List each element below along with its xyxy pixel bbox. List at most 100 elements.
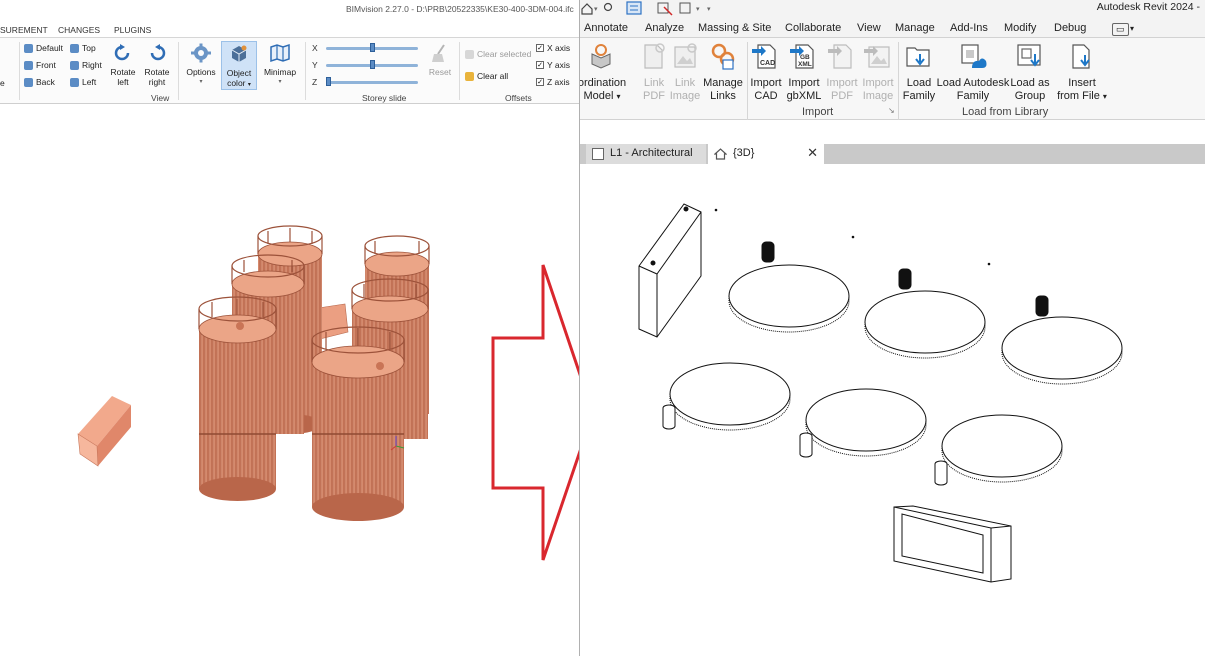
revit-3d-canvas[interactable] (583, 164, 1205, 656)
link-pdf-icon (644, 43, 665, 69)
manage-links-button[interactable]: Manage Links (701, 42, 745, 103)
close-icon[interactable]: ✕ (807, 146, 818, 159)
rotate-left-label-1: Rotate (110, 67, 136, 77)
equipment-box[interactable] (77, 396, 131, 467)
link-pdf-label-1: Link (643, 77, 665, 89)
tank-disc-back-1[interactable] (728, 241, 850, 333)
reset-button[interactable]: Reset (424, 43, 456, 77)
checkmark-icon: ✓ (536, 78, 544, 86)
link-image-button[interactable]: Link Image (668, 42, 702, 103)
view-back-button[interactable]: Back (24, 77, 55, 87)
cube-left-icon (70, 77, 79, 87)
reset-label: Reset (428, 67, 452, 77)
clear-selected-icon (465, 49, 474, 59)
import-pdf-icon (828, 44, 852, 69)
equipment-box-outline[interactable] (638, 203, 702, 338)
rotate-left-button[interactable]: Rotate left (108, 43, 138, 87)
view-group-label: View (151, 93, 170, 103)
house-icon (714, 148, 727, 160)
load-autodesk-family-button[interactable]: Load Autodesk Family (936, 42, 1010, 103)
slider-z-track[interactable] (326, 81, 418, 84)
rotate-right-button[interactable]: Rotate right (142, 43, 172, 87)
cad-badge: CAD (760, 60, 775, 67)
tab-changes[interactable]: CHANGES (58, 25, 100, 35)
tank-disc-back-2[interactable] (864, 268, 986, 359)
cube-top-icon (70, 43, 79, 53)
x-axis-checkbox[interactable]: ✓ X axis (536, 43, 570, 53)
tank-front-right[interactable] (311, 326, 405, 521)
manage-links-label-2: Links (710, 90, 736, 102)
view-left-button[interactable]: Left (70, 77, 96, 87)
slider-y-thumb[interactable] (370, 60, 375, 69)
minimap-button[interactable]: Minimap ▾ (261, 43, 299, 87)
link-image-label-2: Image (669, 90, 701, 102)
revit-menu-tabs: Annotate Analyze Massing & Site Collabor… (580, 17, 1205, 38)
import-pdf-button[interactable]: Import PDF (824, 42, 860, 103)
coordination-model-button[interactable]: ordination Model ▾ (580, 42, 628, 103)
import-cad-label-1: Import (750, 77, 782, 89)
cube-front-icon (24, 60, 33, 70)
tab-l1-architectural[interactable]: L1 - Architectural (586, 144, 706, 164)
object-color-button[interactable]: Object color ▾ (221, 41, 257, 90)
view-top-button[interactable]: Top (70, 43, 96, 53)
import-cad-button[interactable]: CAD Import CAD (748, 42, 784, 103)
view-default-label: Default (36, 43, 63, 53)
import-image-button[interactable]: Import Image (860, 42, 896, 103)
panel-toggle-icon[interactable]: ▭ (1112, 23, 1129, 36)
ribbon-separator (305, 42, 306, 100)
tab-manage[interactable]: Manage (895, 22, 935, 34)
tab-3d-view-label: {3D} (733, 147, 755, 159)
quick-access-icons: ▾ ▾ ▾ (581, 1, 711, 16)
z-axis-checkbox[interactable]: ✓ Z axis (536, 77, 570, 87)
view-tabs-bar: L1 - Architectural {3D} ✕ (580, 144, 1205, 164)
link-image-label-1: Link (674, 77, 696, 89)
x-axis-label: X axis (547, 43, 571, 53)
tank-disc-front-2[interactable] (799, 388, 927, 458)
slider-x-thumb[interactable] (370, 43, 375, 52)
options-button[interactable]: Options ▾ (184, 43, 218, 87)
quick-access-toolbar: ▾ ▾ ▾ Autodesk Revit 2024 - (580, 0, 1205, 17)
load-family-label-2: Family (902, 90, 936, 102)
view-right-button[interactable]: Right (70, 60, 102, 70)
view-default-button[interactable]: Default (24, 43, 63, 53)
object-color-label-2-text: color (227, 78, 246, 88)
load-as-group-label-1: Load as (1010, 77, 1050, 89)
gear-icon (191, 43, 211, 63)
slider-x-label: X (312, 43, 318, 53)
insert-from-file-button[interactable]: Insert from File ▾ (1054, 42, 1110, 103)
tab-view[interactable]: View (857, 22, 881, 34)
tab-modify[interactable]: Modify (1004, 22, 1036, 34)
broom-icon (432, 44, 445, 62)
tank-front-left[interactable] (198, 296, 277, 501)
load-as-group-icon (1017, 44, 1041, 67)
rotate-left-icon (114, 44, 130, 61)
tank-disc-front-3[interactable] (934, 414, 1063, 486)
tab-measurement[interactable]: SUREMENT (0, 25, 48, 35)
clear-selected-button[interactable]: Clear selected (465, 49, 531, 59)
tab-debug[interactable]: Debug (1054, 22, 1086, 34)
dialog-launcher-icon[interactable]: ↘ (888, 106, 895, 115)
tab-annotate[interactable]: Annotate (584, 22, 628, 34)
tab-collaborate[interactable]: Collaborate (785, 22, 841, 34)
tab-3d-view[interactable]: {3D} ✕ (708, 144, 824, 164)
checkmark-icon: ✓ (536, 61, 544, 69)
load-family-button[interactable]: Load Family (902, 42, 936, 103)
import-gbxml-button[interactable]: GB XML Import gbXML (785, 42, 823, 103)
import-cad-icon: CAD (752, 44, 776, 69)
tank-disc-back-3[interactable] (1001, 295, 1123, 385)
import-image-label-1: Import (862, 77, 894, 89)
tab-plugins[interactable]: PLUGINS (114, 25, 151, 35)
rotate-right-label-1: Rotate (144, 67, 170, 77)
link-pdf-button[interactable]: Link PDF (638, 42, 670, 103)
view-front-button[interactable]: Front (24, 60, 56, 70)
tank-disc-front-1[interactable] (662, 362, 791, 431)
clear-all-button[interactable]: Clear all (465, 71, 508, 81)
duct-box-outline[interactable] (893, 505, 1012, 583)
chevron-down-icon[interactable]: ▾ (1130, 24, 1134, 33)
tab-add-ins[interactable]: Add-Ins (950, 22, 988, 34)
load-as-group-button[interactable]: Load as Group (1010, 42, 1050, 103)
tab-massing-site[interactable]: Massing & Site (698, 22, 771, 34)
slider-z-thumb[interactable] (326, 77, 331, 86)
y-axis-checkbox[interactable]: ✓ Y axis (536, 60, 570, 70)
tab-analyze[interactable]: Analyze (645, 22, 684, 34)
